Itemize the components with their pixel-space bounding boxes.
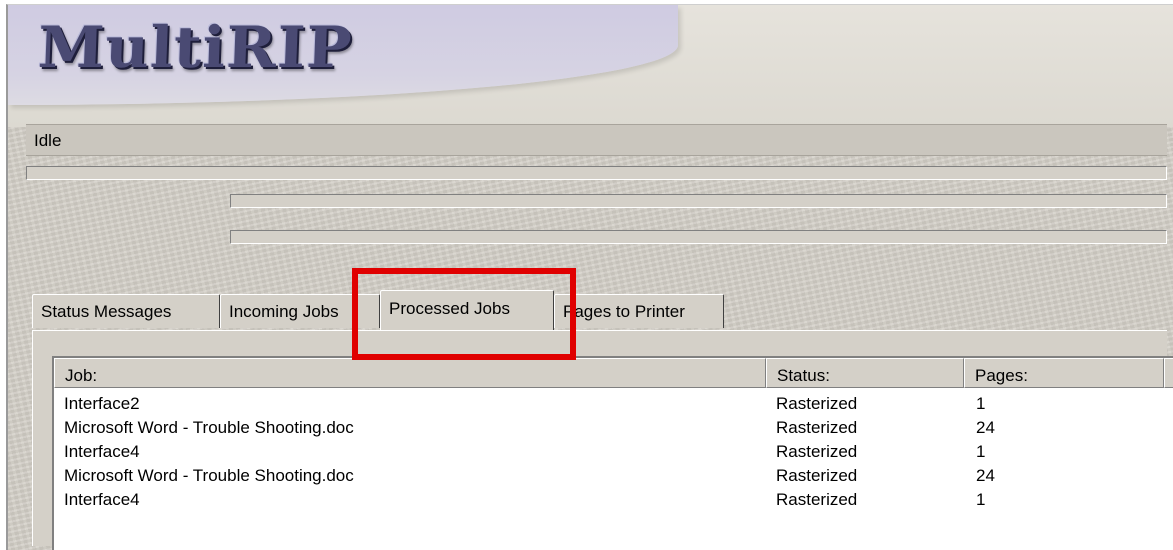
list-header: Job: Status: Pages: — [54, 358, 1173, 388]
table-row[interactable]: Interface4 Rasterized 1 — [54, 440, 1173, 464]
progress-bar-secondary — [230, 194, 1167, 208]
cell-job: Microsoft Word - Trouble Shooting.doc — [64, 418, 354, 437]
column-header-status[interactable]: Status: — [766, 358, 964, 388]
status-text: Idle — [34, 131, 62, 150]
cell-pages: 1 — [976, 490, 986, 509]
cell-status: Rasterized — [776, 394, 858, 413]
cell-pages: 24 — [976, 466, 995, 485]
cell-status: Rasterized — [776, 442, 858, 461]
tab-pages-to-printer[interactable]: Pages to Printer — [554, 294, 724, 328]
column-header-extra[interactable] — [1164, 358, 1173, 388]
app-logo: MultiRIP — [36, 14, 354, 82]
table-row[interactable]: Interface4 Rasterized 1 — [54, 488, 1173, 512]
column-header-pages[interactable]: Pages: — [964, 358, 1164, 388]
table-row[interactable]: Microsoft Word - Trouble Shooting.doc Ra… — [54, 416, 1173, 440]
cell-job: Interface2 — [64, 394, 140, 413]
progress-bar-tertiary — [230, 230, 1167, 244]
cell-pages: 1 — [976, 442, 986, 461]
cell-job: Interface4 — [64, 442, 140, 461]
header-banner: MultiRIP — [8, 5, 1173, 127]
status-bar: Idle — [26, 124, 1167, 156]
table-row[interactable]: Microsoft Word - Trouble Shooting.doc Ra… — [54, 464, 1173, 488]
processed-jobs-list[interactable]: Job: Status: Pages: Interface2 Rasterize… — [52, 356, 1173, 550]
cell-job: Interface4 — [64, 490, 140, 509]
highlight-box — [352, 268, 576, 360]
progress-bar-main — [26, 166, 1167, 180]
column-header-job[interactable]: Job: — [54, 358, 766, 388]
cell-pages: 24 — [976, 418, 995, 437]
cell-status: Rasterized — [776, 418, 858, 437]
cell-status: Rasterized — [776, 490, 858, 509]
cell-job: Microsoft Word - Trouble Shooting.doc — [64, 466, 354, 485]
cell-status: Rasterized — [776, 466, 858, 485]
list-rows: Interface2 Rasterized 1 Microsoft Word -… — [54, 392, 1173, 512]
tab-status-messages[interactable]: Status Messages — [32, 294, 220, 328]
table-row[interactable]: Interface2 Rasterized 1 — [54, 392, 1173, 416]
cell-pages: 1 — [976, 394, 986, 413]
